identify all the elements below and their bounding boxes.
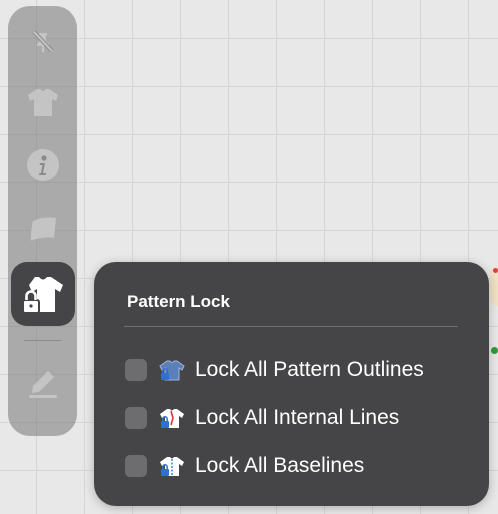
baseline-lock-icon (159, 455, 185, 477)
lock-pattern-outlines-label: Lock All Pattern Outlines (195, 358, 424, 381)
edit-button[interactable] (17, 358, 69, 410)
lock-internal-lines-checkbox[interactable] (125, 407, 147, 429)
internal-lines-lock-icon (159, 407, 185, 429)
pattern-point-marker[interactable] (491, 347, 498, 354)
vertical-toolbar (8, 6, 77, 436)
info-button[interactable] (17, 139, 69, 191)
fabric-button[interactable] (17, 203, 69, 255)
lock-internal-lines-label: Lock All Internal Lines (195, 406, 400, 429)
popup-title: Pattern Lock (127, 292, 230, 311)
lock-baselines-checkbox[interactable] (125, 455, 147, 477)
unpin-icon (30, 29, 56, 55)
lock-baselines-label: Lock All Baselines (195, 454, 365, 477)
pattern-lock-icon (21, 274, 65, 314)
edit-icon (26, 368, 60, 400)
pattern-lock-popup: Pattern Lock Lock All Pattern Outlines L… (94, 262, 489, 506)
fabric-icon (26, 214, 60, 244)
garment-button[interactable] (17, 76, 69, 128)
option-lock-internal-lines[interactable]: Lock All Internal Lines (125, 403, 399, 433)
toolbar-divider (24, 340, 61, 341)
pattern-lock-button[interactable] (10, 262, 75, 326)
outline-lock-icon (159, 359, 185, 381)
garment-icon (26, 86, 60, 118)
unpin-button[interactable] (17, 16, 69, 68)
option-lock-pattern-outlines[interactable]: Lock All Pattern Outlines (125, 355, 424, 385)
lock-pattern-outlines-checkbox[interactable] (125, 359, 147, 381)
option-lock-baselines[interactable]: Lock All Baselines (125, 451, 364, 481)
pattern-piece-fragment[interactable] (490, 266, 498, 306)
info-icon (26, 148, 60, 182)
popup-divider (124, 326, 458, 327)
